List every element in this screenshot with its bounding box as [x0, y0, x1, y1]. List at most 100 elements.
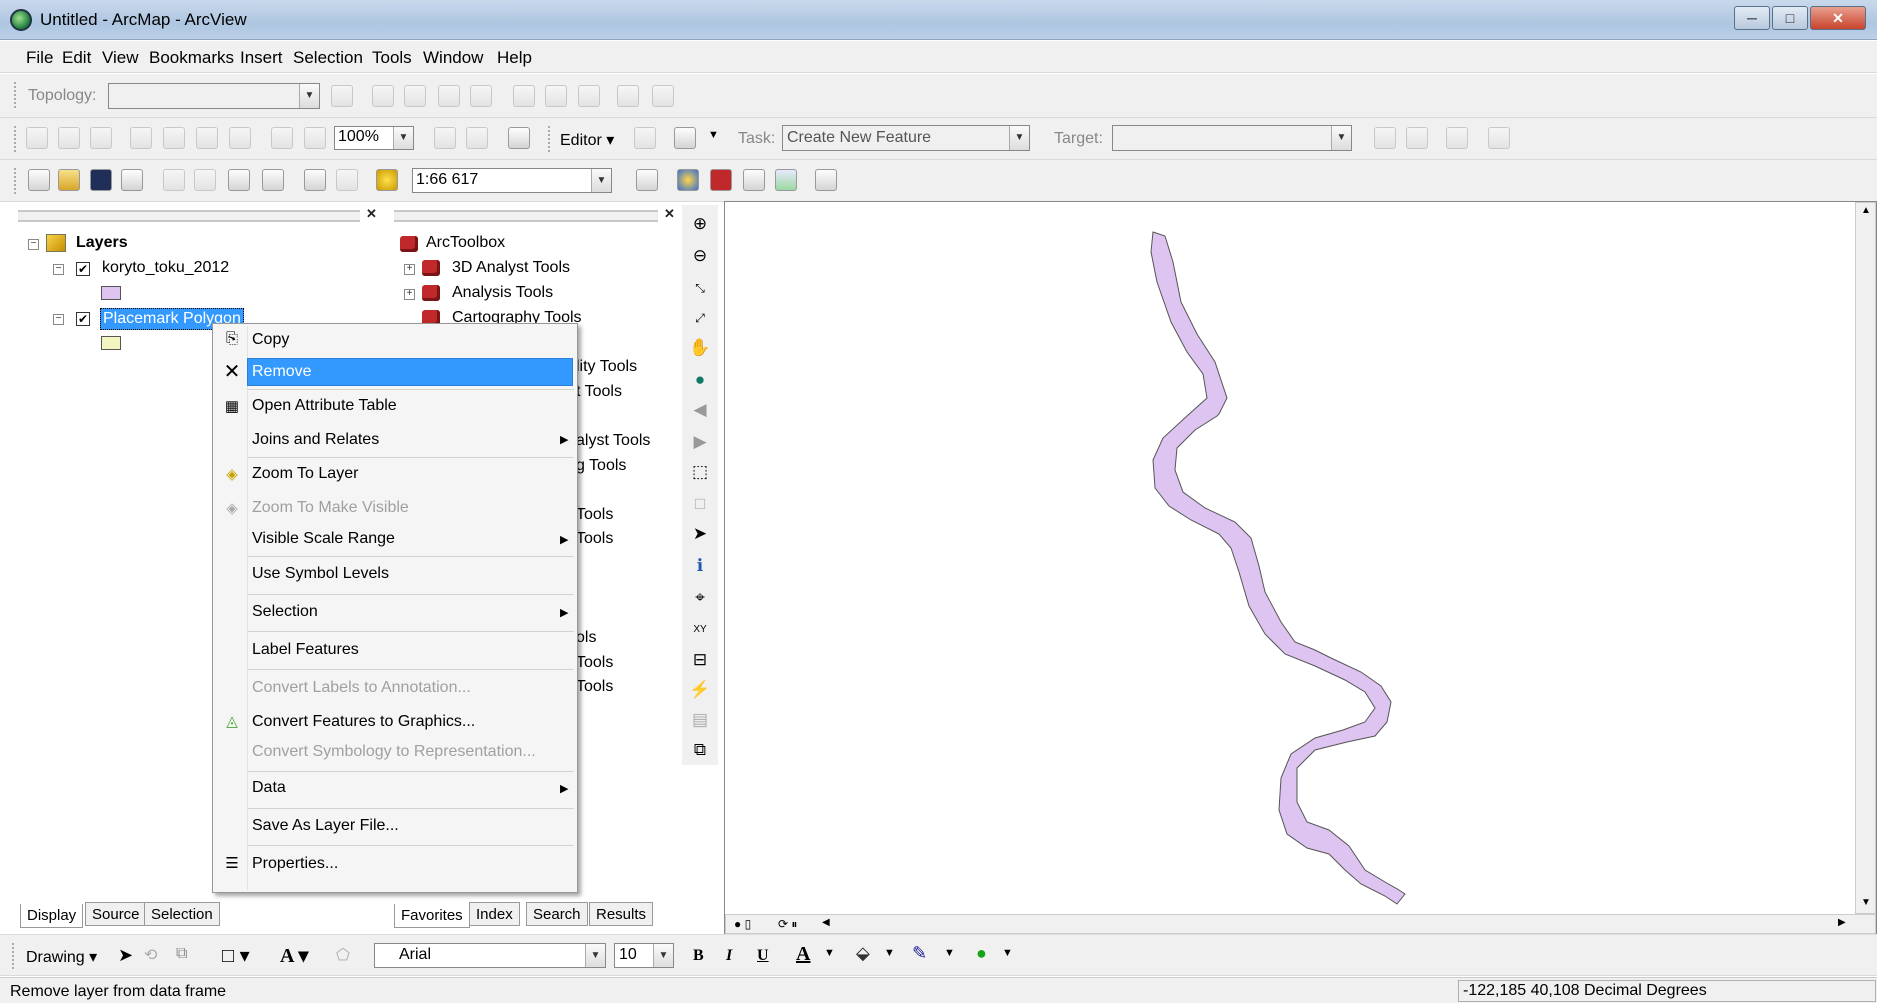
font-combo[interactable]: Arial ▼: [374, 943, 606, 968]
menu-selection[interactable]: Selection: [252, 603, 318, 621]
toggle-draft-icon[interactable]: [434, 127, 456, 149]
new-document-icon[interactable]: [28, 169, 50, 191]
map-view[interactable]: ▲ ▼ ● ▯ ⟳ ⏸ ◀ ▶: [724, 201, 1877, 935]
attributes-icon[interactable]: [1446, 127, 1468, 149]
menu-help[interactable]: Help: [497, 48, 532, 68]
bold-button[interactable]: B: [693, 947, 704, 965]
menu-view[interactable]: View: [102, 48, 139, 68]
delete-icon[interactable]: [262, 169, 284, 191]
layer-visibility-checkbox[interactable]: ✔: [76, 312, 90, 326]
clear-selection-icon[interactable]: □: [689, 493, 711, 515]
topology-reshape-icon[interactable]: [404, 85, 426, 107]
chevron-down-icon[interactable]: ▼: [824, 947, 835, 959]
cut-icon[interactable]: [163, 169, 185, 191]
layer-symbol-swatch[interactable]: [101, 336, 121, 350]
topology-combo[interactable]: ▼: [108, 83, 320, 109]
pan-hand-icon[interactable]: ✋: [689, 337, 711, 359]
collapse-icon[interactable]: −: [28, 239, 39, 250]
focus-data-frame-icon[interactable]: [466, 127, 488, 149]
full-extent-globe-icon[interactable]: ●: [689, 369, 711, 391]
toc-close-icon[interactable]: ✕: [366, 206, 377, 222]
marker-color-icon[interactable]: ●: [976, 943, 987, 964]
forward-arrow-icon[interactable]: ▶: [689, 431, 711, 453]
menu-edit[interactable]: Edit: [62, 48, 91, 68]
menu-copy[interactable]: Copy: [252, 331, 289, 349]
menu-file[interactable]: File: [26, 48, 53, 68]
rectangle-icon[interactable]: □ ▾: [222, 943, 250, 968]
chevron-down-icon[interactable]: ▼: [653, 944, 673, 967]
menu-selection[interactable]: Selection: [293, 48, 363, 68]
go-to-xy-icon[interactable]: XY: [689, 619, 711, 641]
layer-symbol-swatch[interactable]: [101, 286, 121, 300]
html-popup-icon[interactable]: ▤: [689, 709, 711, 731]
menu-remove[interactable]: Remove: [252, 363, 312, 381]
scroll-up-icon[interactable]: ▲: [1861, 205, 1871, 216]
modelbuilder-icon[interactable]: [775, 169, 797, 191]
add-data-icon[interactable]: [376, 169, 398, 191]
expand-icon[interactable]: +: [404, 289, 415, 300]
validate-selection-icon[interactable]: [578, 85, 600, 107]
command-line-icon[interactable]: [743, 169, 765, 191]
chevron-down-icon[interactable]: ▼: [299, 84, 319, 108]
zoom-in-icon[interactable]: ⊕: [689, 213, 711, 235]
italic-button[interactable]: I: [726, 947, 732, 965]
menu-window[interactable]: Window: [423, 48, 483, 68]
change-layout-icon[interactable]: [508, 127, 530, 149]
copy-icon[interactable]: [194, 169, 216, 191]
toolbox-item[interactable]: 3D Analyst Tools: [452, 259, 570, 277]
map-scale-combo[interactable]: 1:66 617 ▼: [412, 168, 612, 193]
layer-visibility-checkbox[interactable]: ✔: [76, 262, 90, 276]
topology-edit-icon[interactable]: [331, 85, 353, 107]
menu-use-symbol-levels[interactable]: Use Symbol Levels: [252, 565, 389, 583]
close-button[interactable]: ✕: [1810, 6, 1866, 30]
forward-extent-icon[interactable]: [304, 127, 326, 149]
menu-convert-features-to-graphics[interactable]: Convert Features to Graphics...: [252, 713, 475, 731]
data-view-icon[interactable]: ● ▯: [734, 917, 751, 931]
identify-icon[interactable]: ℹ: [689, 555, 711, 577]
tab-display[interactable]: Display: [20, 904, 84, 928]
pan-layout-icon[interactable]: [90, 127, 112, 149]
toolbox-item-partial[interactable]: Tools: [576, 654, 613, 672]
chevron-down-icon[interactable]: ▼: [708, 129, 719, 141]
scroll-down-icon[interactable]: ▼: [1861, 897, 1871, 908]
find-binoculars-icon[interactable]: ⌖: [689, 587, 711, 609]
editor-toolbar-icon[interactable]: [636, 169, 658, 191]
vertical-scrollbar[interactable]: ▲ ▼: [1855, 202, 1876, 914]
fix-error-icon[interactable]: [617, 85, 639, 107]
layout-zoom-combo[interactable]: 100% ▼: [334, 126, 414, 150]
chevron-down-icon[interactable]: ▼: [591, 169, 611, 192]
drawing-menu[interactable]: Drawing ▾: [26, 947, 97, 967]
toolbox-header-grip[interactable]: [394, 210, 658, 222]
fill-color-icon[interactable]: ⬙: [856, 943, 870, 964]
print-icon[interactable]: [121, 169, 143, 191]
zoom-out-icon[interactable]: ⊖: [689, 245, 711, 267]
chevron-down-icon[interactable]: ▼: [585, 944, 605, 967]
time-slider-icon[interactable]: ⧉: [689, 739, 711, 761]
menu-zoom-to-layer[interactable]: Zoom To Layer: [252, 465, 358, 483]
chevron-down-icon[interactable]: ▼: [1009, 126, 1029, 150]
tab-results[interactable]: Results: [589, 902, 654, 926]
font-size-combo[interactable]: 10 ▼: [614, 943, 674, 968]
tab-selection[interactable]: Selection: [144, 902, 220, 926]
sketch-properties-icon[interactable]: [1488, 127, 1510, 149]
back-arrow-icon[interactable]: ◀: [689, 399, 711, 421]
toolbar-grip[interactable]: [12, 943, 16, 969]
chevron-down-icon[interactable]: ▼: [1331, 126, 1351, 150]
scroll-left-icon[interactable]: ◀: [822, 917, 830, 928]
toolbar-grip[interactable]: [14, 82, 18, 108]
fixed-zoom-out-icon[interactable]: [163, 127, 185, 149]
menu-tools[interactable]: Tools: [372, 48, 412, 68]
underline-button[interactable]: U: [757, 947, 769, 965]
toolbox-item-partial[interactable]: t Tools: [576, 383, 622, 401]
chevron-down-icon[interactable]: ▼: [1002, 947, 1013, 959]
menu-bookmarks[interactable]: Bookmarks: [149, 48, 234, 68]
chevron-down-icon[interactable]: ▼: [944, 947, 955, 959]
zoom-to-selected-icon[interactable]: ⧉: [176, 945, 187, 963]
map-topology-icon[interactable]: [372, 85, 394, 107]
validate-icon[interactable]: [513, 85, 535, 107]
arccatalog-icon[interactable]: [677, 169, 699, 191]
back-extent-icon[interactable]: [271, 127, 293, 149]
save-icon[interactable]: [90, 169, 112, 191]
layout-view-icon[interactable]: ⟳ ⏸: [778, 917, 797, 932]
menu-insert[interactable]: Insert: [240, 48, 283, 68]
